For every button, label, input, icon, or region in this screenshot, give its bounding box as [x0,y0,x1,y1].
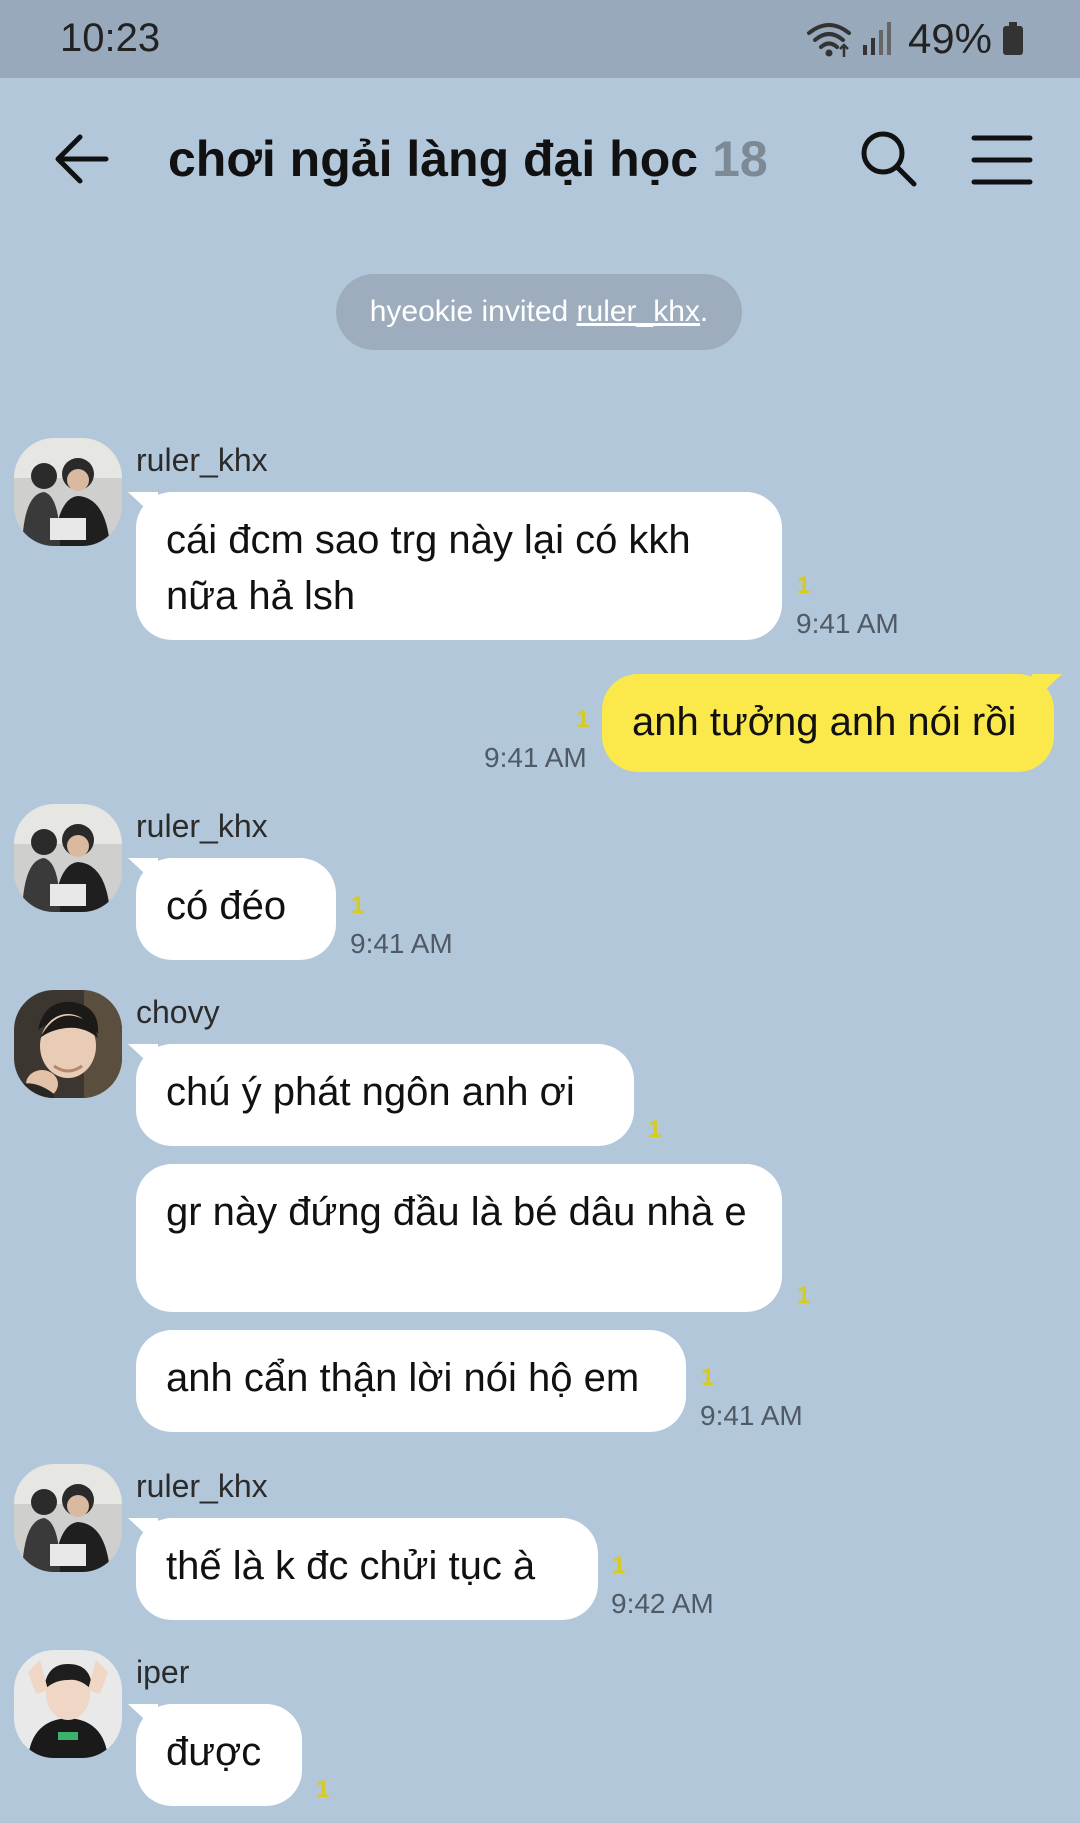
member-count: 18 [712,131,768,187]
unread-count: 1 [576,706,590,733]
menu-icon[interactable] [970,128,1034,192]
unread-count: 1 [648,1116,662,1143]
sender-name: ruler_khx [136,442,268,478]
chat-header: chơi ngải làng đại học 18 [0,78,1080,238]
search-icon[interactable] [856,126,922,192]
message-text: có đéo [166,884,287,928]
message-text: được [166,1730,262,1774]
message-bubble[interactable]: được [136,1704,302,1806]
sender-name: chovy [136,994,220,1030]
sender-name: ruler_khx [136,808,268,844]
chat-title: chơi ngải làng đại học [168,131,699,187]
wifi-icon [806,19,852,59]
unread-count: 1 [351,892,365,919]
message-bubble[interactable]: có đéo [136,858,336,960]
notice-suffix: . [699,295,709,328]
back-arrow-icon[interactable] [48,124,118,194]
avatar[interactable] [14,1650,122,1758]
message-text: thế là k đc chửi tục à [166,1544,536,1588]
message-bubble[interactable]: thế là k đc chửi tục à [136,1518,598,1620]
notice-text: invited [473,295,577,328]
message-text: gr này đứng đầu là bé dâu nhà e [166,1190,747,1234]
avatar[interactable] [14,438,122,546]
message-time: 9:42 AM [611,1588,714,1619]
notice-inviter: hyeokie [369,295,474,328]
battery-icon [1002,22,1024,56]
notice-invitee-link[interactable]: ruler_khx [577,295,700,328]
message-time: 9:41 AM [796,608,899,639]
sender-name: iper [136,1654,190,1690]
status-icons: 49% [806,14,1024,64]
my-message-bubble[interactable]: anh tưởng anh nói rồi [602,674,1054,772]
message-bubble[interactable]: gr này đứng đầu là bé dâu nhà e [136,1164,782,1312]
unread-count: 1 [316,1776,330,1803]
message-text: anh tưởng anh nói rồi [632,700,1017,744]
battery-percent: 49% [907,15,992,62]
unread-count: 1 [701,1364,715,1391]
system-notice: hyeokie invited ruler_khx. [336,274,742,350]
message-bubble[interactable]: chú ý phát ngôn anh ơi [136,1044,634,1146]
unread-count: 1 [797,572,811,599]
message-bubble[interactable]: cái đcm sao trg này lại có kkh nữa hả ls… [136,492,782,640]
status-time: 10:23 [60,16,161,60]
message-time: 9:41 AM [350,928,453,959]
avatar[interactable] [14,990,122,1098]
message-time: 9:41 AM [484,742,587,773]
chat-title-group[interactable]: chơi ngải làng đại học 18 [168,130,768,188]
message-text: cái đcm sao trg này lại có kkh nữa hả ls… [166,518,691,618]
avatar[interactable] [14,804,122,912]
unread-count: 1 [612,1552,626,1579]
message-text: chú ý phát ngôn anh ơi [166,1070,575,1114]
unread-count: 1 [797,1282,811,1309]
signal-icon [862,21,892,57]
message-text: anh cẩn thận lời nói hộ em [166,1356,640,1400]
message-bubble[interactable]: anh cẩn thận lời nói hộ em [136,1330,686,1432]
sender-name: ruler_khx [136,1468,268,1504]
status-bar: 10:23 49% [0,0,1080,78]
avatar[interactable] [14,1464,122,1572]
message-time: 9:41 AM [700,1400,803,1431]
